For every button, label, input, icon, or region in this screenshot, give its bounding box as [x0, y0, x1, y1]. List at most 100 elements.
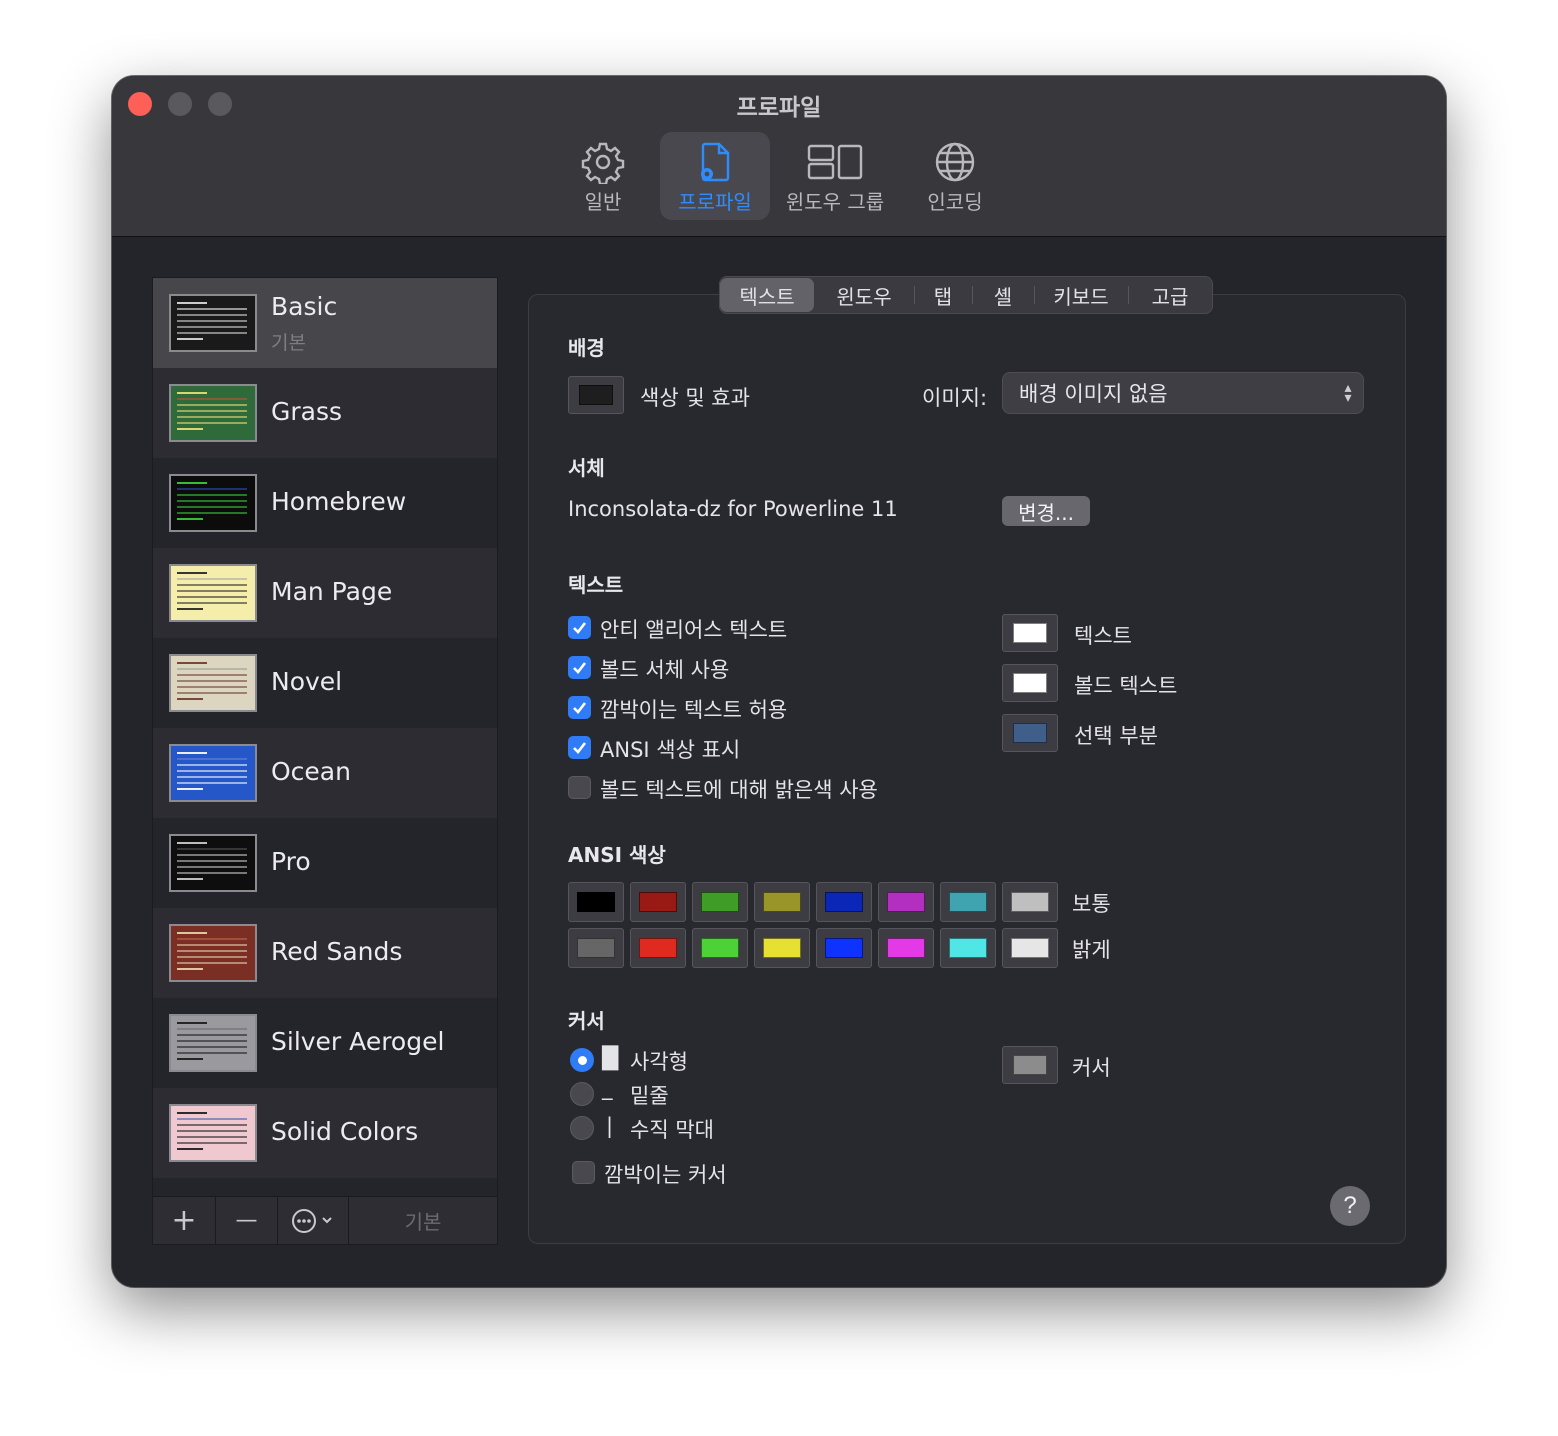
profile-item[interactable]: Homebrew [153, 458, 497, 548]
profile-preview-thumbnail [169, 384, 257, 442]
preview-text-line [177, 782, 247, 784]
ansi-normal-color-well[interactable] [878, 882, 934, 922]
preview-text-line [177, 1136, 247, 1138]
ansi-normal-color-well[interactable] [630, 882, 686, 922]
checkmark-icon [573, 662, 587, 674]
profile-item[interactable]: Pro [153, 818, 497, 908]
profile-item[interactable]: Ocean [153, 728, 497, 818]
preview-text-line [177, 968, 203, 970]
bold-font-label: 볼드 서체 사용 [600, 658, 730, 682]
toolbar-general[interactable]: 일반 [568, 132, 638, 220]
help-button[interactable]: ? [1330, 1186, 1370, 1226]
ansi-color-swatch [1011, 938, 1049, 958]
profile-name: Basic [271, 292, 338, 321]
tab-advanced[interactable]: 고급 [1128, 278, 1212, 312]
preview-text-line [177, 1118, 247, 1120]
profile-item[interactable]: Novel [153, 638, 497, 728]
preferences-window: 프로파일 일반 프로파일 윈도우 그룹 인코딩 Basic 기본 Grass H… [112, 76, 1446, 1287]
antialias-checkbox[interactable] [568, 616, 591, 639]
cursor-color-swatch [1013, 1055, 1047, 1075]
remove-profile-button[interactable]: — [216, 1197, 278, 1244]
background-image-popup[interactable]: 배경 이미지 없음 ▴ ▾ [1002, 372, 1364, 414]
preview-text-line [177, 1112, 207, 1114]
selection-color-well[interactable] [1002, 714, 1058, 752]
cursor-bar-label: 수직 막대 [630, 1118, 714, 1142]
ansi-color-swatch [701, 938, 739, 958]
ansi-color-swatch [639, 938, 677, 958]
preview-text-line [177, 320, 247, 322]
preview-text-line [177, 584, 247, 586]
profile-item[interactable]: Silver Aerogel [153, 998, 497, 1088]
bold-font-checkbox[interactable] [568, 656, 591, 679]
change-font-button[interactable]: 변경... [1002, 496, 1090, 526]
ansi-bright-color-well[interactable] [1002, 928, 1058, 968]
toolbar-encodings[interactable]: 인코딩 [912, 132, 998, 220]
profile-doc-icon [701, 142, 730, 182]
preview-text-line [177, 572, 207, 574]
profile-item[interactable]: Red Sands [153, 908, 497, 998]
profile-list[interactable]: Basic 기본 Grass Homebrew Man Page Novel Ocean Pr… [152, 277, 498, 1197]
ansi-normal-color-well[interactable] [816, 882, 872, 922]
tab-shell[interactable]: 셸 [972, 278, 1034, 312]
background-heading: 배경 [568, 336, 605, 360]
ansi-normal-color-well[interactable] [754, 882, 810, 922]
profile-list-toolbar: + — 기본 [152, 1196, 498, 1245]
color-effects-label: 색상 및 효과 [640, 386, 750, 410]
ansi-bright-color-well[interactable] [816, 928, 872, 968]
preview-text-line [177, 338, 203, 340]
text-color-label: 텍스트 [1074, 624, 1132, 648]
preview-text-line [177, 668, 247, 670]
preview-text-line [177, 314, 247, 316]
cursor-block-radio[interactable] [570, 1048, 594, 1072]
ansi-bright-color-well[interactable] [940, 928, 996, 968]
preview-text-line [177, 776, 247, 778]
profile-item[interactable]: Solid Colors [153, 1088, 497, 1178]
antialias-label: 안티 앨리어스 텍스트 [600, 618, 788, 642]
profile-item[interactable]: Basic 기본 [153, 278, 497, 368]
ansi-colors-checkbox[interactable] [568, 736, 591, 759]
profile-name: Novel [271, 667, 343, 696]
ansi-normal-color-well[interactable] [940, 882, 996, 922]
blink-text-checkbox[interactable] [568, 696, 591, 719]
ansi-color-swatch [639, 892, 677, 912]
blink-cursor-checkbox[interactable] [572, 1161, 595, 1184]
background-color-well[interactable] [568, 376, 624, 414]
profile-item[interactable]: Man Page [153, 548, 497, 638]
preview-text-line [177, 1040, 247, 1042]
preview-text-line [177, 602, 247, 604]
add-profile-button[interactable]: + [153, 1197, 216, 1244]
ansi-normal-color-well[interactable] [1002, 882, 1058, 922]
ansi-normal-color-well[interactable] [692, 882, 748, 922]
ansi-normal-color-well[interactable] [568, 882, 624, 922]
blink-text-label: 깜박이는 텍스트 허용 [600, 698, 788, 722]
preview-text-line [177, 860, 247, 862]
cursor-bar-radio[interactable] [570, 1116, 594, 1140]
ansi-bright-color-well[interactable] [630, 928, 686, 968]
ansi-bright-color-well[interactable] [568, 928, 624, 968]
bold-text-color-well[interactable] [1002, 664, 1058, 702]
cursor-color-label: 커서 [1072, 1056, 1111, 1080]
tab-keyboard[interactable]: 키보드 [1034, 278, 1128, 312]
profile-actions-menu-button[interactable] [278, 1197, 349, 1244]
ansi-bright-color-well[interactable] [692, 928, 748, 968]
cursor-color-well[interactable] [1002, 1046, 1058, 1084]
cursor-underline-radio[interactable] [570, 1082, 594, 1106]
toolbar-window-groups[interactable]: 윈도우 그룹 [780, 132, 890, 220]
checkmark-icon [573, 702, 587, 714]
ansi-bright-color-well[interactable] [754, 928, 810, 968]
tab-window[interactable]: 윈도우 [814, 278, 914, 312]
profile-name: Red Sands [271, 937, 403, 966]
set-default-button[interactable]: 기본 [349, 1197, 497, 1244]
ansi-bright-label: 밝게 [1072, 938, 1111, 962]
preview-text-line [177, 866, 247, 868]
globe-icon [935, 142, 975, 182]
profile-item[interactable]: Grass [153, 368, 497, 458]
bright-bold-checkbox[interactable] [568, 776, 591, 799]
tab-tab[interactable]: 탭 [914, 278, 972, 312]
cursor-underline-label: 밑줄 [630, 1084, 669, 1108]
profile-name: Ocean [271, 757, 351, 786]
text-color-well[interactable] [1002, 614, 1058, 652]
ansi-bright-color-well[interactable] [878, 928, 934, 968]
toolbar-profiles[interactable]: 프로파일 [660, 132, 770, 220]
tab-text[interactable]: 텍스트 [720, 278, 814, 312]
